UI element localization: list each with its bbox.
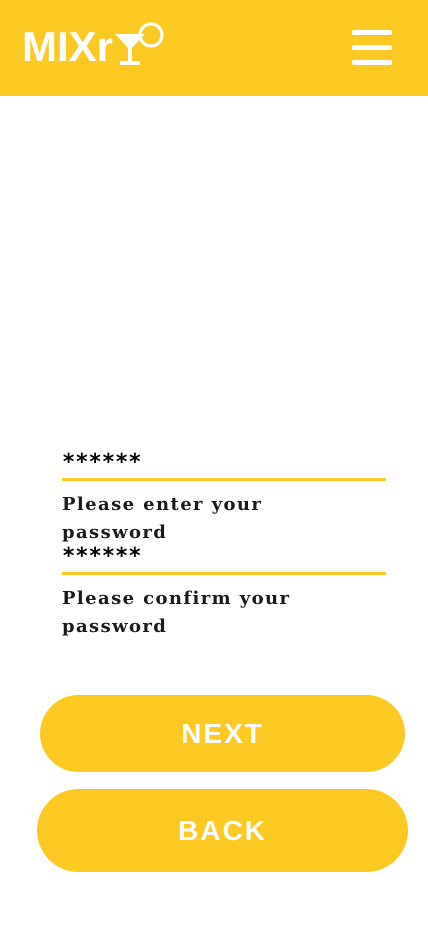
password-underline	[62, 478, 386, 481]
app-logo[interactable]: MIXr	[22, 20, 169, 70]
app-header: MIXr	[0, 0, 428, 96]
confirm-password-hint: Please confirm your password	[62, 588, 291, 637]
password-input[interactable]	[62, 448, 386, 478]
confirm-password-input[interactable]	[62, 542, 386, 572]
back-button[interactable]: BACK	[37, 789, 408, 872]
cocktail-glass-icon	[115, 22, 164, 65]
logo-text: MIXr	[22, 23, 114, 70]
password-hint: Please enter your password	[62, 494, 263, 543]
next-button[interactable]: NEXT	[40, 695, 405, 772]
menu-bar	[352, 30, 392, 35]
password-field: Please enter your password	[62, 448, 386, 547]
confirm-password-field: Please confirm your password	[62, 542, 386, 641]
app-root: MIXr Please enter your password Please c…	[0, 0, 428, 926]
menu-bar	[352, 45, 392, 50]
menu-bar	[352, 60, 392, 65]
hamburger-menu-icon[interactable]	[352, 30, 392, 66]
confirm-password-underline	[62, 572, 386, 575]
